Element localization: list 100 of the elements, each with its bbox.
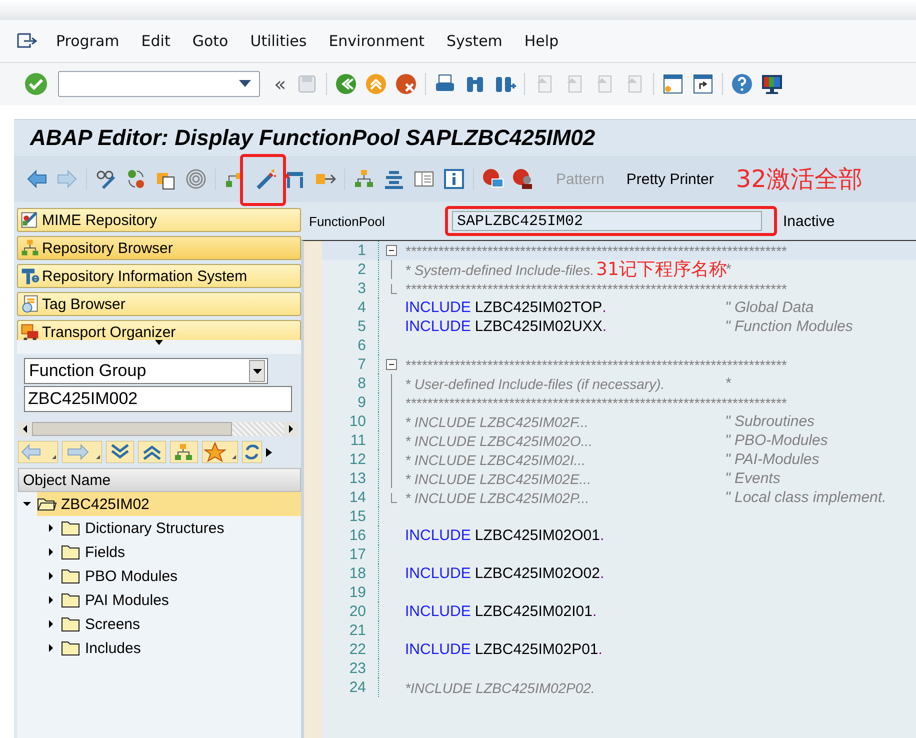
line-number: 24	[322, 678, 379, 697]
tree-node[interactable]: PBO Modules	[61, 564, 182, 588]
refresh-icon[interactable]	[242, 441, 262, 463]
collapse-all-icon[interactable]	[106, 441, 134, 463]
line-number: 1	[322, 241, 379, 260]
code-comment: " Local class implement.	[725, 489, 886, 506]
tree-node[interactable]: Dictionary Structures	[61, 516, 228, 540]
line-number: 10	[322, 412, 379, 431]
help-icon[interactable]	[731, 73, 754, 95]
tree-node[interactable]: Screens	[61, 612, 144, 636]
code-comment: **********************************************************************	[405, 280, 786, 296]
more-icon[interactable]	[266, 448, 272, 456]
collapse-button[interactable]: «	[274, 72, 286, 96]
stack-icon[interactable]	[383, 168, 405, 190]
fold-toggle-icon[interactable]	[386, 359, 396, 370]
menu-item[interactable]: Environment	[328, 32, 424, 50]
menu-item[interactable]: Edit	[141, 32, 170, 50]
tree-node[interactable]: ZBC425IM02	[37, 492, 301, 516]
menu-item[interactable]: Help	[524, 32, 559, 50]
navigation-button[interactable]: Transport Organizer	[17, 320, 301, 340]
dropdown-icon[interactable]	[239, 80, 251, 88]
line-number: 19	[322, 583, 379, 602]
code-text: LZBC425IM02O01	[474, 527, 600, 544]
scroll-right-icon[interactable]	[284, 422, 298, 436]
stop-person-icon[interactable]	[512, 168, 534, 190]
program-name-field[interactable]: SAPLZBC425IM02	[452, 211, 762, 231]
line-number: 3	[322, 279, 379, 298]
monitor-icon[interactable]	[761, 73, 784, 95]
expander-icon[interactable]	[23, 500, 31, 508]
line-number: 18	[322, 564, 379, 583]
object-name-field[interactable]: ZBC425IM002	[24, 386, 292, 412]
code-comment: " Events	[725, 470, 780, 487]
line-number: 17	[322, 545, 379, 564]
command-field[interactable]	[58, 71, 260, 97]
navigation-button[interactable]: Tag Browser	[17, 292, 301, 316]
line-number: 12	[322, 450, 379, 469]
fold-toggle-icon[interactable]	[386, 245, 396, 256]
navigation-button[interactable]: Repository Browser	[17, 236, 301, 260]
code-keyword: INCLUDE	[405, 603, 471, 620]
hierarchy-icon[interactable]	[170, 441, 198, 463]
line-number: 11	[322, 431, 379, 450]
expander-icon[interactable]	[47, 572, 55, 580]
truck-icon	[20, 322, 40, 340]
menu-item[interactable]: Goto	[192, 32, 228, 50]
shortcut-icon[interactable]	[692, 73, 714, 95]
line-number: 2	[322, 260, 379, 279]
folder-icon	[37, 496, 57, 512]
object-type-dropdown[interactable]: Function Group	[24, 358, 268, 384]
annotation-text: 31记下程序名称	[596, 260, 727, 279]
horizontal-scrollbar[interactable]	[18, 422, 298, 436]
code-text: .	[598, 641, 602, 658]
navigation-button[interactable]: Repository Information System	[17, 264, 301, 288]
expand-all-icon[interactable]	[138, 441, 166, 463]
code-keyword: INCLUDE	[405, 318, 471, 335]
tree-node[interactable]: Includes	[61, 636, 145, 660]
column-header: Object Name	[18, 468, 301, 492]
menu-icon[interactable]	[16, 32, 38, 50]
line-number: 13	[322, 469, 379, 488]
magic-wand-icon[interactable]	[254, 168, 276, 190]
line-number: 5	[322, 317, 379, 336]
tree-node[interactable]: PAI Modules	[61, 588, 173, 612]
menu-item[interactable]: Utilities	[250, 32, 307, 50]
menu-item[interactable]: System	[446, 32, 502, 50]
expander-icon[interactable]	[47, 524, 55, 532]
spiral-icon[interactable]	[185, 168, 207, 190]
expander-icon[interactable]	[47, 620, 55, 628]
code-comment: " PAI-Modules	[725, 451, 820, 468]
code-comment: **********************************************************************	[405, 242, 786, 258]
expander-icon[interactable]	[47, 644, 55, 652]
star-icon[interactable]	[202, 441, 238, 463]
dropdown-icon[interactable]	[252, 368, 262, 374]
stop-monitor-icon[interactable]	[482, 168, 504, 190]
folder-icon	[61, 544, 81, 560]
tree-node[interactable]: Fields	[61, 540, 130, 564]
glasses-pencil-icon[interactable]	[95, 168, 117, 190]
code-comment: * INCLUDE LZBC425IM02P...	[405, 490, 590, 506]
line-number: 20	[322, 602, 379, 621]
expander-icon[interactable]	[47, 596, 55, 604]
expander-icon[interactable]	[47, 548, 55, 556]
code-text: LZBC425IM02O02	[474, 565, 600, 582]
code-comment: * System-defined Include-files.	[405, 262, 594, 278]
line-number: 7	[322, 355, 379, 374]
code-comment: " Function Modules	[725, 318, 853, 335]
menu-item[interactable]: Program	[56, 32, 120, 50]
circles-icon[interactable]	[125, 168, 147, 190]
line-number: 6	[322, 336, 379, 355]
annotation-text: 32激活全部	[736, 164, 862, 195]
toolbar-button[interactable]: Pretty Printer	[622, 168, 718, 190]
new-window-icon[interactable]	[662, 73, 684, 95]
folder-icon	[61, 568, 81, 584]
info-icon[interactable]	[443, 168, 465, 190]
scroll-left-icon[interactable]	[18, 422, 32, 436]
back-icon[interactable]	[335, 73, 358, 95]
navigation-button[interactable]: MIME Repository	[17, 208, 301, 232]
folder-icon	[61, 616, 81, 632]
cancel-icon[interactable]	[395, 73, 418, 95]
enter-icon[interactable]	[24, 72, 48, 96]
hierarchy-icon[interactable]	[353, 168, 375, 190]
code-keyword: INCLUDE	[405, 565, 471, 582]
back-arrow-icon[interactable]	[26, 168, 48, 190]
